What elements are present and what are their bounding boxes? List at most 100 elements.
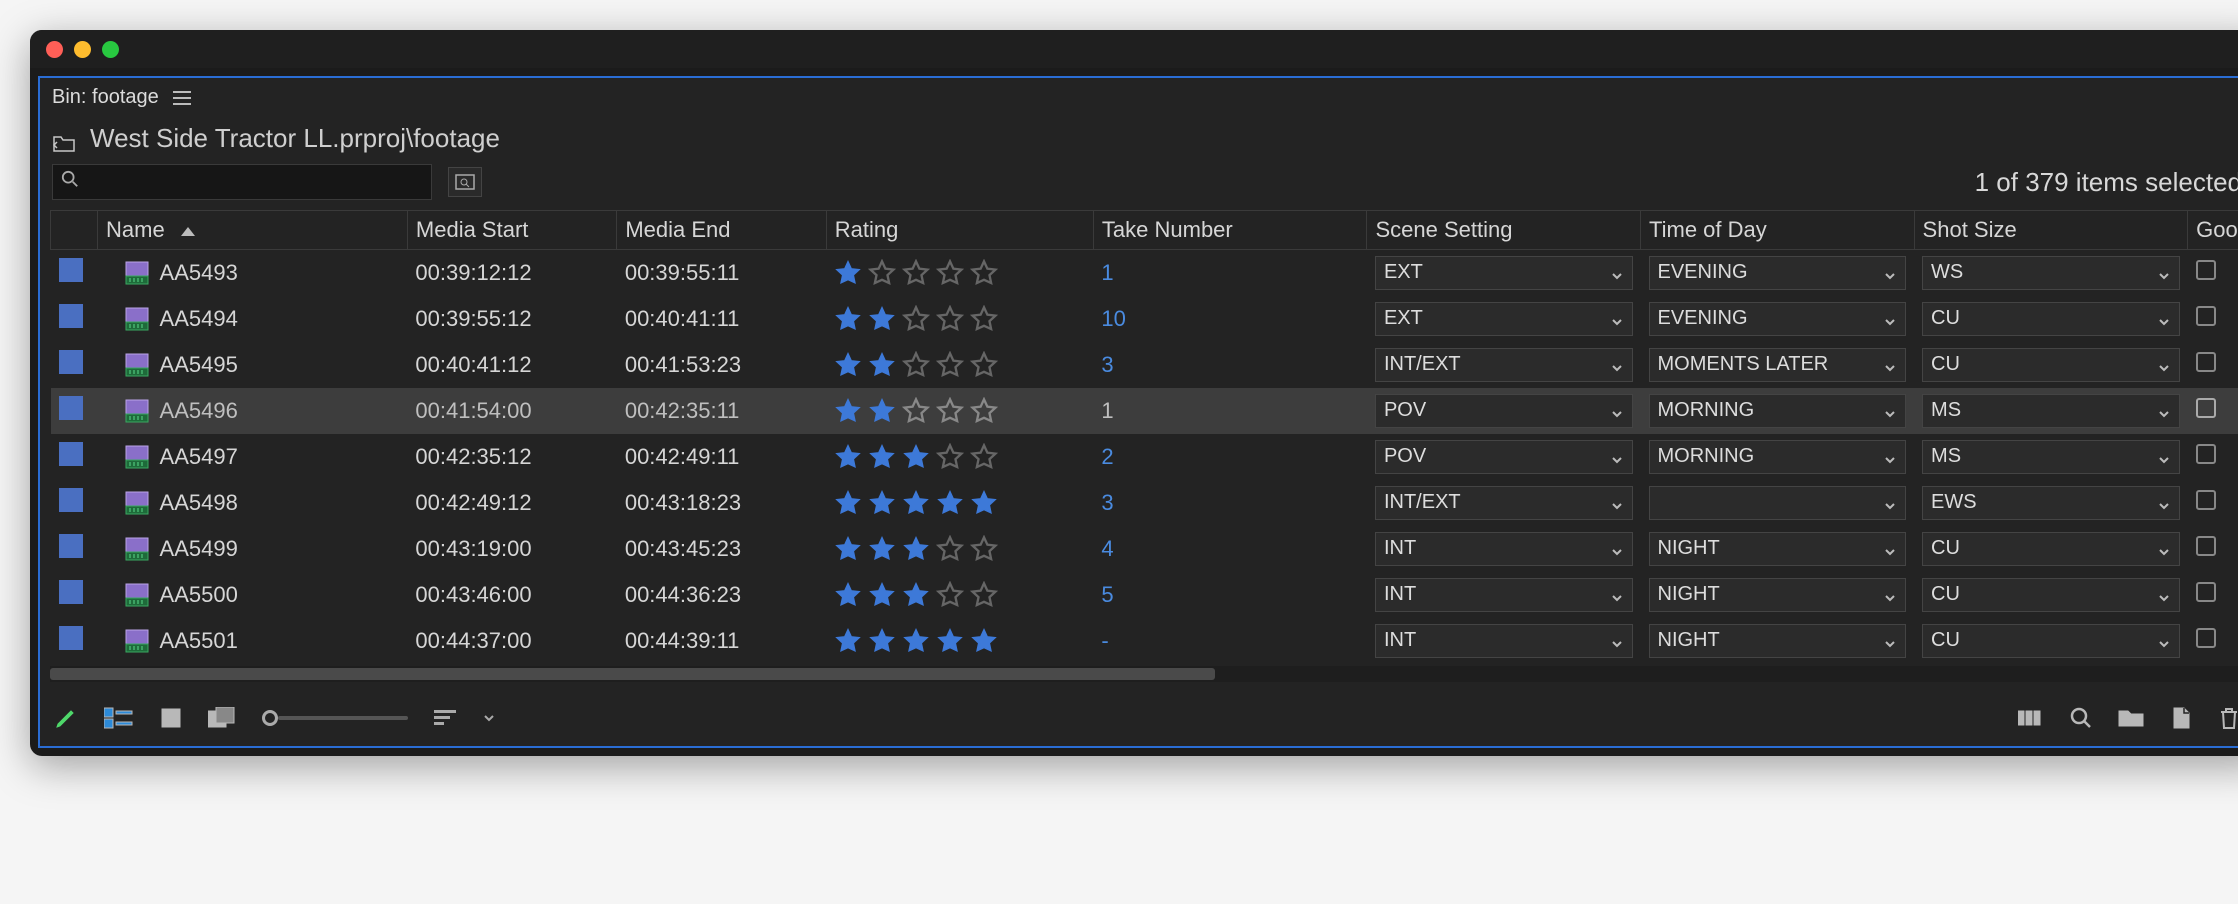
take-number-cell[interactable]: 1 <box>1093 250 1367 296</box>
horizontal-scrollbar[interactable] <box>50 666 2238 682</box>
label-color-swatch[interactable] <box>59 626 83 650</box>
scene-setting-select[interactable]: EXT <box>1375 256 1633 290</box>
table-row[interactable]: AA549800:42:49:1200:43:18:233INT/EXTEWS <box>51 480 2238 526</box>
label-color-swatch[interactable] <box>59 442 83 466</box>
time-of-day-select[interactable]: NIGHT <box>1649 624 1907 658</box>
star-icon[interactable] <box>970 259 998 287</box>
good-checkbox[interactable] <box>2196 628 2216 648</box>
icon-view-icon[interactable] <box>160 707 182 729</box>
automate-to-sequence-icon[interactable] <box>2018 708 2044 728</box>
column-header-media-end[interactable]: Media End <box>617 211 826 250</box>
close-window-button[interactable] <box>46 41 63 58</box>
star-icon[interactable] <box>868 397 896 425</box>
star-icon[interactable] <box>970 627 998 655</box>
media-start-cell[interactable]: 00:43:46:00 <box>407 572 616 618</box>
search-input[interactable] <box>87 172 423 193</box>
media-end-cell[interactable]: 00:43:18:23 <box>617 480 826 526</box>
star-icon[interactable] <box>834 535 862 563</box>
new-bin-icon[interactable] <box>2118 708 2144 728</box>
time-of-day-select[interactable]: EVENING <box>1649 256 1907 290</box>
star-icon[interactable] <box>834 443 862 471</box>
search-in-bin-icon[interactable] <box>448 167 482 197</box>
media-start-cell[interactable]: 00:44:37:00 <box>407 618 616 664</box>
freeform-view-icon[interactable] <box>208 707 236 729</box>
star-icon[interactable] <box>902 397 930 425</box>
good-checkbox[interactable] <box>2196 306 2216 326</box>
good-checkbox[interactable] <box>2196 260 2216 280</box>
star-icon[interactable] <box>834 259 862 287</box>
media-start-cell[interactable]: 00:39:55:12 <box>407 296 616 342</box>
star-icon[interactable] <box>936 259 964 287</box>
star-icon[interactable] <box>868 535 896 563</box>
take-number-cell[interactable]: 10 <box>1093 296 1367 342</box>
label-color-swatch[interactable] <box>59 304 83 328</box>
column-header-rating[interactable]: Rating <box>826 211 1093 250</box>
take-number-cell[interactable]: 1 <box>1093 388 1367 434</box>
take-number-cell[interactable]: 4 <box>1093 526 1367 572</box>
media-start-cell[interactable]: 00:42:35:12 <box>407 434 616 480</box>
horizontal-scrollbar-thumb[interactable] <box>50 668 1215 680</box>
star-icon[interactable] <box>902 259 930 287</box>
scene-setting-select[interactable]: INT <box>1375 578 1633 612</box>
column-header-good[interactable]: Goo <box>2188 211 2238 250</box>
zoom-window-button[interactable] <box>102 41 119 58</box>
good-checkbox[interactable] <box>2196 536 2216 556</box>
rating-stars[interactable] <box>834 535 1085 563</box>
table-row[interactable]: AA550000:43:46:0000:44:36:235INTNIGHTCU <box>51 572 2238 618</box>
star-icon[interactable] <box>970 581 998 609</box>
media-end-cell[interactable]: 00:44:36:23 <box>617 572 826 618</box>
label-color-swatch[interactable] <box>59 534 83 558</box>
star-icon[interactable] <box>970 489 998 517</box>
scene-setting-select[interactable]: INT/EXT <box>1375 486 1633 520</box>
scene-setting-select[interactable]: INT <box>1375 624 1633 658</box>
shot-size-select[interactable]: WS <box>1922 256 2180 290</box>
table-row[interactable]: AA549900:43:19:0000:43:45:234INTNIGHTCU <box>51 526 2238 572</box>
delete-icon[interactable] <box>2218 706 2238 730</box>
media-start-cell[interactable]: 00:40:41:12 <box>407 342 616 388</box>
star-icon[interactable] <box>936 535 964 563</box>
find-icon[interactable] <box>2070 707 2092 729</box>
star-icon[interactable] <box>834 627 862 655</box>
star-icon[interactable] <box>868 259 896 287</box>
parent-bin-icon[interactable] <box>52 129 76 149</box>
scene-setting-select[interactable]: EXT <box>1375 302 1633 336</box>
label-color-swatch[interactable] <box>59 258 83 282</box>
scene-setting-select[interactable]: POV <box>1375 440 1633 474</box>
shot-size-select[interactable]: CU <box>1922 578 2180 612</box>
media-start-cell[interactable]: 00:39:12:12 <box>407 250 616 296</box>
star-icon[interactable] <box>936 397 964 425</box>
writable-mode-icon[interactable] <box>54 706 78 730</box>
minimize-window-button[interactable] <box>74 41 91 58</box>
column-header-name[interactable]: Name <box>98 211 408 250</box>
shot-size-select[interactable]: CU <box>1922 624 2180 658</box>
table-row[interactable]: AA549600:41:54:0000:42:35:111POVMORNINGM… <box>51 388 2238 434</box>
star-icon[interactable] <box>970 535 998 563</box>
rating-stars[interactable] <box>834 443 1085 471</box>
star-icon[interactable] <box>902 305 930 333</box>
star-icon[interactable] <box>834 489 862 517</box>
column-header-media-start[interactable]: Media Start <box>407 211 616 250</box>
media-start-cell[interactable]: 00:42:49:12 <box>407 480 616 526</box>
star-icon[interactable] <box>868 489 896 517</box>
shot-size-select[interactable]: EWS <box>1922 486 2180 520</box>
star-icon[interactable] <box>834 351 862 379</box>
sort-menu-icon[interactable] <box>434 707 456 728</box>
media-end-cell[interactable]: 00:39:55:11 <box>617 250 826 296</box>
star-icon[interactable] <box>868 305 896 333</box>
table-row[interactable]: AA549700:42:35:1200:42:49:112POVMORNINGM… <box>51 434 2238 480</box>
star-icon[interactable] <box>834 581 862 609</box>
media-end-cell[interactable]: 00:43:45:23 <box>617 526 826 572</box>
take-number-cell[interactable]: 3 <box>1093 342 1367 388</box>
star-icon[interactable] <box>902 489 930 517</box>
star-icon[interactable] <box>868 443 896 471</box>
shot-size-select[interactable]: CU <box>1922 532 2180 566</box>
time-of-day-select[interactable]: NIGHT <box>1649 578 1907 612</box>
column-header-time-of-day[interactable]: Time of Day <box>1641 211 1915 250</box>
take-number-cell[interactable]: 5 <box>1093 572 1367 618</box>
shot-size-select[interactable]: CU <box>1922 348 2180 382</box>
label-color-swatch[interactable] <box>59 580 83 604</box>
panel-menu-icon[interactable] <box>173 91 191 105</box>
table-row[interactable]: AA549400:39:55:1200:40:41:1110EXTEVENING… <box>51 296 2238 342</box>
star-icon[interactable] <box>868 627 896 655</box>
table-row[interactable]: AA549300:39:12:1200:39:55:111EXTEVENINGW… <box>51 250 2238 296</box>
